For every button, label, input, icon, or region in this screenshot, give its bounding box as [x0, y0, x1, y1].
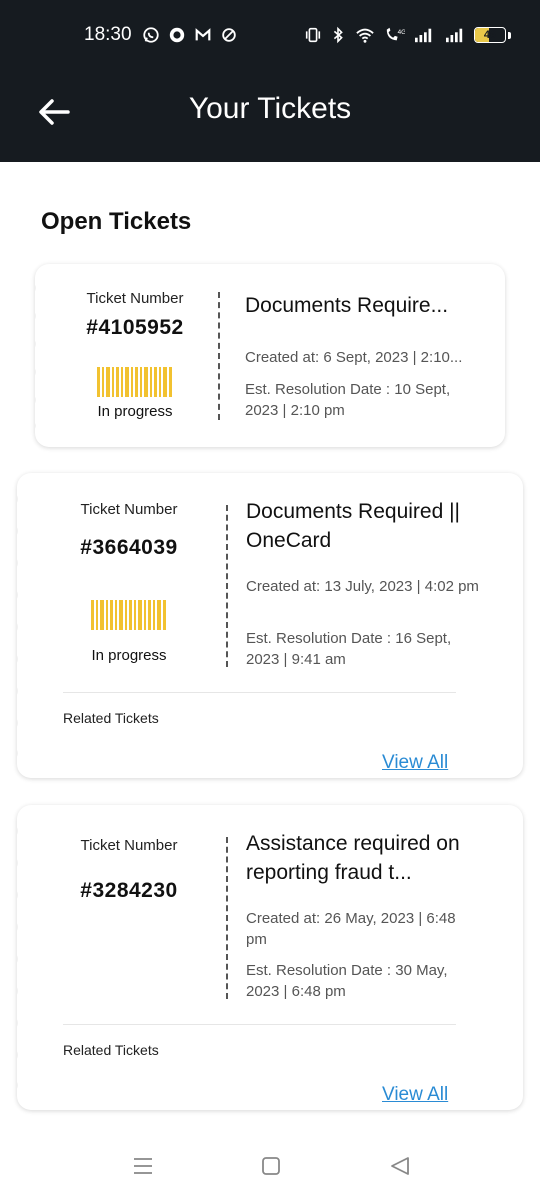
card-scallop-edge [17, 827, 18, 1089]
signal-icon [446, 28, 463, 43]
status-bar: 18:30 4G 46 [0, 0, 540, 72]
ticket-title: Assistance required on reporting fraud t… [246, 832, 460, 884]
ticket-created-date: Created at: 26 May, 2023 | 6:48 pm [246, 910, 456, 948]
circle-app-icon [169, 27, 185, 43]
system-nav-bar [0, 1130, 540, 1200]
ticket-title: Documents Require... [245, 294, 449, 317]
ticket-status: In progress [97, 403, 173, 420]
related-tickets-label: Related Tickets [63, 710, 159, 726]
barcode-icon [91, 600, 166, 630]
card-scallop-edge [35, 285, 36, 429]
dashed-divider [226, 505, 228, 667]
ticket-card[interactable]: Ticket Number #3664039 In progress Docum… [17, 473, 523, 778]
nosync-icon [222, 28, 236, 42]
ticket-resolution-date: Est. Resolution Date : 30 May, 2023 | 6:… [246, 962, 448, 1000]
signal-icon [415, 28, 432, 43]
view-all-link[interactable]: View All [382, 752, 448, 774]
section-title: Open Tickets [41, 208, 192, 235]
ticket-number-label: Ticket Number [80, 837, 178, 854]
dashed-divider [226, 837, 228, 999]
ticket-created-date: Created at: 6 Sept, 2023 | 2:10... [245, 349, 463, 366]
ticket-resolution-date: Est. Resolution Date : 10 Sept, 2023 | 2… [245, 381, 451, 419]
gmail-icon [195, 28, 211, 41]
ticket-created-date: Created at: 13 July, 2023 | 4:02 pm [246, 578, 479, 595]
ticket-number: #3284230 [80, 879, 178, 902]
page-title: Your Tickets [188, 92, 352, 125]
wifi-icon [356, 28, 374, 43]
barcode-icon [97, 367, 172, 397]
card-separator [63, 1024, 456, 1025]
status-time: 18:30 [84, 24, 132, 45]
ticket-number: #3664039 [80, 536, 178, 559]
ticket-number: #4105952 [86, 316, 184, 339]
back-triangle-icon[interactable] [388, 1154, 412, 1178]
card-scallop-edge [17, 495, 18, 757]
related-tickets-label: Related Tickets [63, 1042, 159, 1058]
ticket-resolution-date: Est. Resolution Date : 16 Sept, 2023 | 9… [246, 630, 452, 668]
ticket-title: Documents Required || OneCard [246, 500, 461, 552]
dashed-divider [218, 292, 220, 420]
svg-text:4G: 4G [398, 29, 405, 36]
home-square-icon[interactable] [259, 1154, 283, 1178]
battery-icon: 46 [474, 27, 506, 43]
ticket-card[interactable]: Ticket Number #3284230 Assistance requir… [17, 805, 523, 1110]
app-header: 18:30 4G 46 Your Tickets [0, 0, 540, 162]
ticket-number-label: Ticket Number [80, 501, 178, 518]
ticket-status: In progress [91, 647, 167, 664]
view-all-link[interactable]: View All [382, 1084, 448, 1106]
ticket-number-label: Ticket Number [86, 290, 184, 307]
battery-level: 46 [483, 29, 497, 41]
ticket-card[interactable]: Ticket Number #4105952 In progress Docum… [35, 264, 505, 447]
volte-call-icon: 4G [386, 27, 405, 41]
bluetooth-icon [333, 26, 343, 44]
whatsapp-icon [143, 27, 159, 43]
card-separator [63, 692, 456, 693]
vibrate-icon [305, 27, 321, 43]
menu-icon[interactable] [131, 1154, 155, 1178]
